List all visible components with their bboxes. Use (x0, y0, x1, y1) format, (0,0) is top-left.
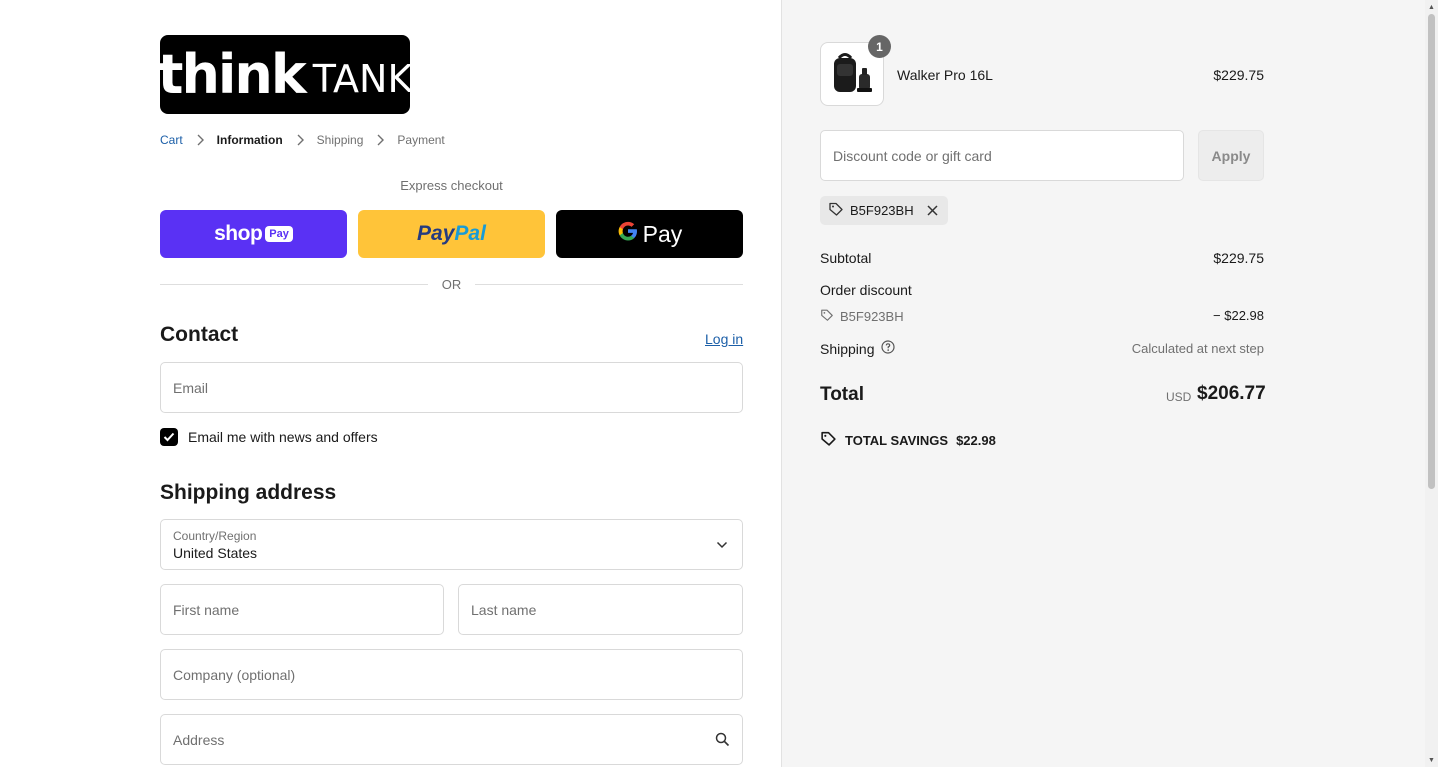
savings-value: $22.98 (956, 432, 996, 448)
google-g-icon (617, 220, 639, 249)
breadcrumb-shipping: Shipping (316, 133, 364, 147)
shop-pay-badge: Pay (265, 226, 293, 242)
discount-placeholder: Discount code or gift card (833, 147, 992, 164)
newsletter-checkbox[interactable] (160, 428, 178, 446)
shop-pay-wordmark: shop (214, 222, 263, 245)
savings-tag-icon (820, 430, 837, 450)
logo-tank-text: TANK (312, 56, 410, 101)
backpack-image (834, 53, 872, 92)
company-placeholder: Company (optional) (173, 666, 296, 683)
help-circle-icon[interactable] (880, 340, 895, 357)
divider-line (160, 284, 428, 285)
express-checkout-label: Express checkout (400, 178, 503, 193)
breadcrumb-information: Information (216, 133, 283, 147)
last-name-placeholder: Last name (471, 601, 537, 618)
product-name: Walker Pro 16L (897, 67, 993, 83)
applied-discount-chip: B5F923BH (820, 196, 948, 225)
contact-heading: Contact (160, 323, 239, 346)
total-currency: USD (1166, 390, 1192, 404)
breadcrumb-cart[interactable]: Cart (160, 133, 183, 147)
paypal-button[interactable]: Pay Pal (358, 210, 545, 258)
shipping-row-label: Shipping (820, 340, 895, 357)
chevron-down-icon (714, 537, 730, 553)
divider-line (475, 284, 743, 285)
quantity-badge: 1 (868, 35, 891, 58)
scrollbar-thumb[interactable] (1428, 14, 1435, 489)
product-price: $229.75 (1213, 67, 1264, 83)
email-field[interactable]: Email (160, 362, 743, 413)
shipping-label: Shipping (820, 340, 875, 357)
total-savings-row: TOTAL SAVINGS $22.98 (820, 430, 996, 450)
chevron-right-icon (375, 133, 385, 147)
or-divider: OR (160, 277, 743, 292)
country-select[interactable]: Country/Region United States (160, 519, 743, 570)
chevron-right-icon (195, 133, 205, 147)
apply-button[interactable]: Apply (1198, 130, 1264, 181)
order-discount-label: Order discount (820, 282, 912, 298)
first-name-placeholder: First name (173, 601, 240, 618)
scroll-down-arrow-icon[interactable]: ▼ (1427, 755, 1436, 765)
newsletter-checkbox-row[interactable]: Email me with news and offers (160, 428, 378, 446)
paypal-wordmark-pal: Pal (454, 222, 486, 245)
address-placeholder: Address (173, 731, 225, 748)
log-in-link[interactable]: Log in (705, 331, 743, 347)
discount-code-input[interactable]: Discount code or gift card (820, 130, 1184, 181)
order-summary-panel (781, 0, 1438, 767)
checkout-main-panel: think TANK Cart Information Shipping Pay… (0, 0, 781, 767)
search-icon[interactable] (714, 732, 730, 748)
newsletter-label: Email me with news and offers (188, 429, 378, 445)
subtotal-label: Subtotal (820, 250, 872, 266)
subtotal-value: $229.75 (1213, 250, 1264, 266)
savings-label: TOTAL SAVINGS (845, 432, 949, 448)
applied-code-text: B5F923BH (850, 203, 914, 218)
total-value: $206.77 (1197, 383, 1266, 404)
think-tank-logo[interactable]: think TANK (160, 35, 410, 114)
country-label: Country/Region (173, 528, 257, 543)
google-pay-text: Pay (642, 220, 683, 247)
company-field[interactable]: Company (optional) (160, 649, 743, 700)
breadcrumb-payment: Payment (397, 133, 445, 147)
tag-icon (828, 201, 844, 220)
paypal-wordmark-pay: Pay (417, 222, 455, 245)
email-placeholder: Email (173, 379, 209, 396)
total-label: Total (820, 384, 864, 405)
last-name-field[interactable]: Last name (458, 584, 743, 635)
shipping-address-heading: Shipping address (160, 481, 337, 504)
country-value: United States (173, 544, 258, 561)
address-field[interactable]: Address (160, 714, 743, 765)
remove-code-icon[interactable] (926, 204, 940, 218)
order-discount-code-row: B5F923BH (820, 308, 904, 325)
shop-pay-button[interactable]: shop Pay (160, 210, 347, 258)
scroll-up-arrow-icon[interactable]: ▲ (1427, 2, 1436, 12)
order-discount-code: B5F923BH (840, 309, 904, 324)
or-label: OR (441, 277, 462, 292)
chevron-right-icon (295, 133, 305, 147)
logo-think-text: think (160, 42, 307, 106)
page-scrollbar[interactable]: ▲ ▼ (1425, 0, 1438, 767)
breadcrumb: Cart Information Shipping Payment (160, 133, 445, 147)
order-discount-value: − $22.98 (1213, 308, 1264, 323)
tag-icon (820, 308, 834, 325)
first-name-field[interactable]: First name (160, 584, 444, 635)
google-pay-button[interactable]: Pay (556, 210, 743, 258)
shipping-value: Calculated at next step (1131, 341, 1264, 356)
